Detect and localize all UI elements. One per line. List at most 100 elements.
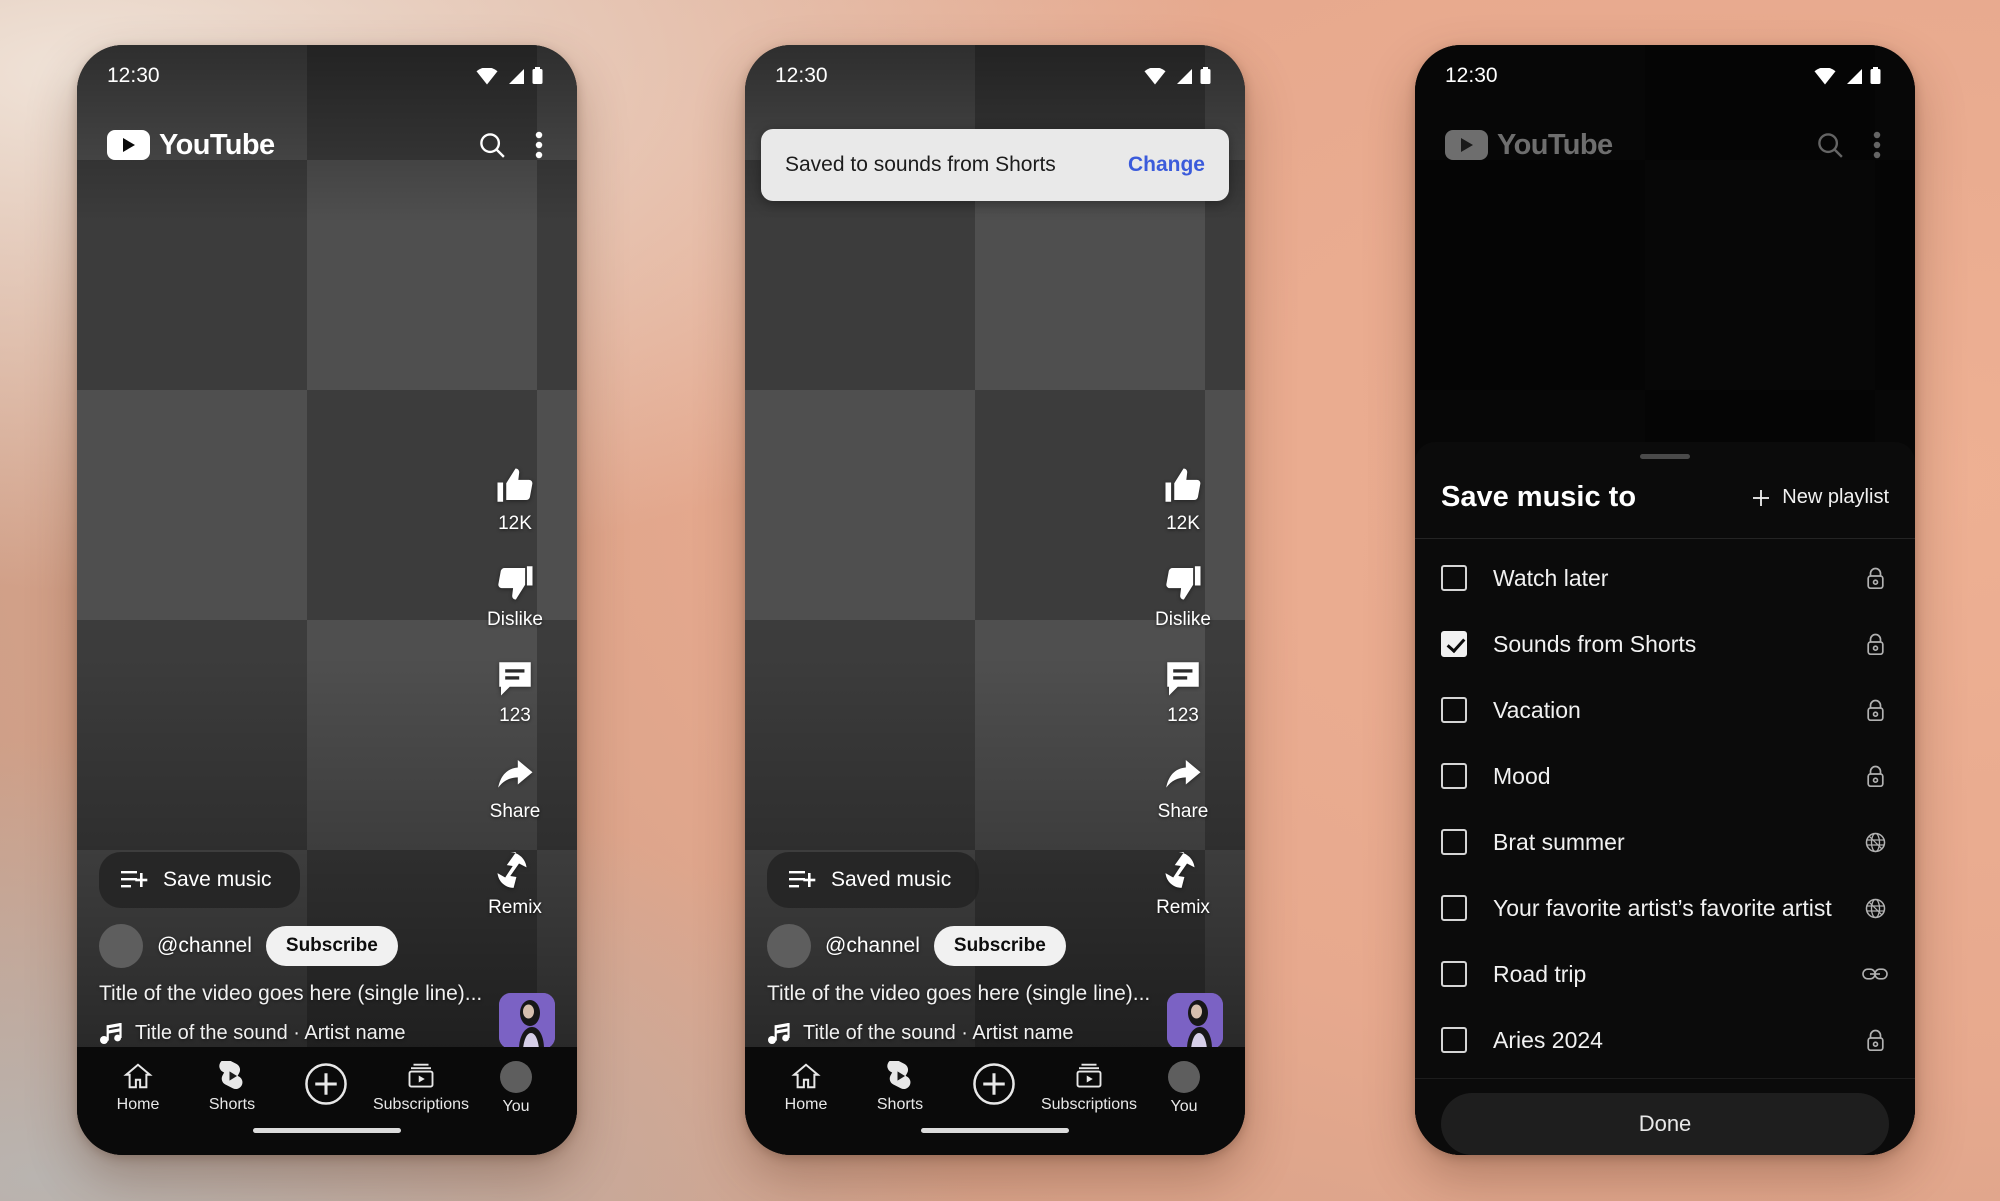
more-vertical-icon[interactable] — [535, 130, 543, 160]
playlist-checkbox[interactable] — [1441, 1027, 1467, 1053]
search-icon[interactable] — [477, 130, 507, 160]
home-indicator — [253, 1128, 401, 1133]
subscribe-button[interactable]: Subscribe — [265, 926, 398, 966]
status-bar-time: 12:30 — [775, 64, 828, 87]
playlist-checkbox[interactable] — [1441, 829, 1467, 855]
nav-item-home[interactable]: Home — [759, 1061, 853, 1114]
playlist-row[interactable]: Watch later — [1415, 545, 1915, 611]
bottom-navigation: Home Shorts Subscriptions You — [77, 1047, 577, 1155]
phone1-screen: 12:30 YouTube 12K Dislike 123 Share Remi… — [77, 45, 577, 1155]
youtube-play-icon — [1445, 130, 1488, 160]
cellular-signal-icon — [1177, 68, 1192, 84]
playlist-checkbox[interactable] — [1441, 565, 1467, 591]
playlist-checkbox[interactable] — [1441, 631, 1467, 657]
screenshot-stage: 12:30 YouTube 12K Dislike 123 Share Remi… — [0, 0, 2000, 1201]
like-button[interactable]: 12K — [1137, 465, 1229, 535]
new-playlist-button[interactable]: New playlist — [1750, 486, 1889, 509]
playlist-row[interactable]: Road trip — [1415, 941, 1915, 1007]
shorts-icon — [219, 1061, 243, 1089]
playlist-name: Sounds from Shorts — [1493, 630, 1697, 657]
comments-button[interactable]: 123 — [1137, 657, 1229, 727]
nav-item-home[interactable]: Home — [91, 1061, 185, 1114]
dislike-button[interactable]: Dislike — [1137, 561, 1229, 631]
nav-item-you[interactable]: You — [1137, 1061, 1231, 1116]
nav-item-subscriptions[interactable]: Subscriptions — [1041, 1061, 1137, 1114]
app-bar: YouTube — [77, 107, 577, 183]
save-music-chip[interactable]: Save music — [99, 852, 300, 908]
home-icon — [123, 1063, 153, 1089]
sound-title: Title of the sound · Artist name — [135, 1022, 406, 1044]
video-meta-overlay: Saved music @channel Subscribe Title of … — [745, 852, 1245, 1049]
playlist-row[interactable]: Aries 2024 — [1415, 1007, 1915, 1073]
subscribe-button[interactable]: Subscribe — [933, 926, 1066, 966]
channel-handle[interactable]: @channel — [157, 934, 252, 958]
playlist-name: Your favorite artist’s favorite artist — [1493, 894, 1832, 921]
share-icon — [498, 760, 533, 788]
lock-icon — [1861, 567, 1889, 590]
sound-thumbnail[interactable] — [1167, 993, 1223, 1049]
share-button[interactable]: Share — [469, 753, 561, 823]
avatar[interactable] — [99, 924, 143, 968]
share-button[interactable]: Share — [1137, 753, 1229, 823]
playlist-checkbox[interactable] — [1441, 961, 1467, 987]
sound-row[interactable]: Title of the sound · Artist name — [99, 1022, 555, 1045]
snackbar-change-button[interactable]: Change — [1128, 153, 1205, 177]
playlist-add-icon — [789, 871, 816, 888]
battery-icon — [1870, 67, 1881, 84]
channel-row: @channel Subscribe — [767, 924, 1223, 968]
youtube-play-icon — [107, 130, 150, 160]
saved-music-chip[interactable]: Saved music — [767, 852, 980, 908]
wifi-icon — [1144, 67, 1166, 84]
nav-item-shorts[interactable]: Shorts — [185, 1061, 279, 1114]
avatar[interactable] — [767, 924, 811, 968]
sound-row[interactable]: Title of the sound · Artist name — [767, 1022, 1223, 1045]
playlist-checkbox[interactable] — [1441, 697, 1467, 723]
dislike-button[interactable]: Dislike — [469, 561, 561, 631]
youtube-logo: YouTube — [1445, 129, 1613, 162]
video-title[interactable]: Title of the video goes here (single lin… — [99, 982, 555, 1006]
channel-row: @channel Subscribe — [99, 924, 555, 968]
create-plus-icon — [305, 1063, 347, 1105]
globe-icon — [1861, 831, 1889, 854]
share-label: Share — [1157, 801, 1209, 822]
thumbs-up-icon — [497, 468, 533, 502]
playlist-row[interactable]: Your favorite artist’s favorite artist — [1415, 875, 1915, 941]
globe-icon — [1861, 897, 1889, 920]
nav-item-create[interactable] — [279, 1061, 373, 1112]
app-bar-actions — [1815, 130, 1881, 160]
playlist-name: Vacation — [1493, 696, 1581, 723]
artist-silhouette-icon — [499, 993, 555, 1049]
video-title[interactable]: Title of the video goes here (single lin… — [767, 982, 1223, 1006]
playlist-name: Watch later — [1493, 564, 1609, 591]
sound-thumbnail[interactable] — [499, 993, 555, 1049]
playlist-checkbox[interactable] — [1441, 895, 1467, 921]
lock-icon — [1861, 699, 1889, 722]
playlist-checkbox[interactable] — [1441, 763, 1467, 789]
channel-handle[interactable]: @channel — [825, 934, 920, 958]
playlist-row[interactable]: Brat summer — [1415, 809, 1915, 875]
comments-button[interactable]: 123 — [469, 657, 561, 727]
nav-item-you[interactable]: You — [469, 1061, 563, 1116]
youtube-wordmark: YouTube — [1497, 128, 1613, 161]
nav-item-subscriptions[interactable]: Subscriptions — [373, 1061, 469, 1114]
done-button[interactable]: Done — [1441, 1093, 1889, 1155]
nav-item-shorts[interactable]: Shorts — [853, 1061, 947, 1114]
playlist-row[interactable]: Mood — [1415, 743, 1915, 809]
cellular-signal-icon — [509, 68, 524, 84]
youtube-logo[interactable]: YouTube — [107, 129, 275, 162]
save-music-chip-label: Save music — [163, 868, 272, 891]
comment-icon — [499, 662, 531, 696]
create-plus-icon — [973, 1063, 1015, 1105]
playlist-row[interactable]: Sounds from Shorts — [1415, 611, 1915, 677]
nav-item-create[interactable] — [947, 1061, 1041, 1112]
thumbs-down-icon — [498, 566, 533, 600]
phone3-screen: 12:30 YouTube Save music to New playlist… — [1415, 45, 1915, 1155]
playlist-name: Road trip — [1493, 960, 1587, 987]
saved-snackbar: Saved to sounds from Shorts Change — [761, 129, 1229, 201]
like-button[interactable]: 12K — [469, 465, 561, 535]
playlist-name: Brat summer — [1493, 828, 1625, 855]
nav-label-subscriptions: Subscriptions — [372, 1096, 470, 1113]
playlist-row[interactable]: Vacation — [1415, 677, 1915, 743]
thumbs-down-icon — [1166, 566, 1201, 600]
comment-icon — [1167, 662, 1199, 696]
